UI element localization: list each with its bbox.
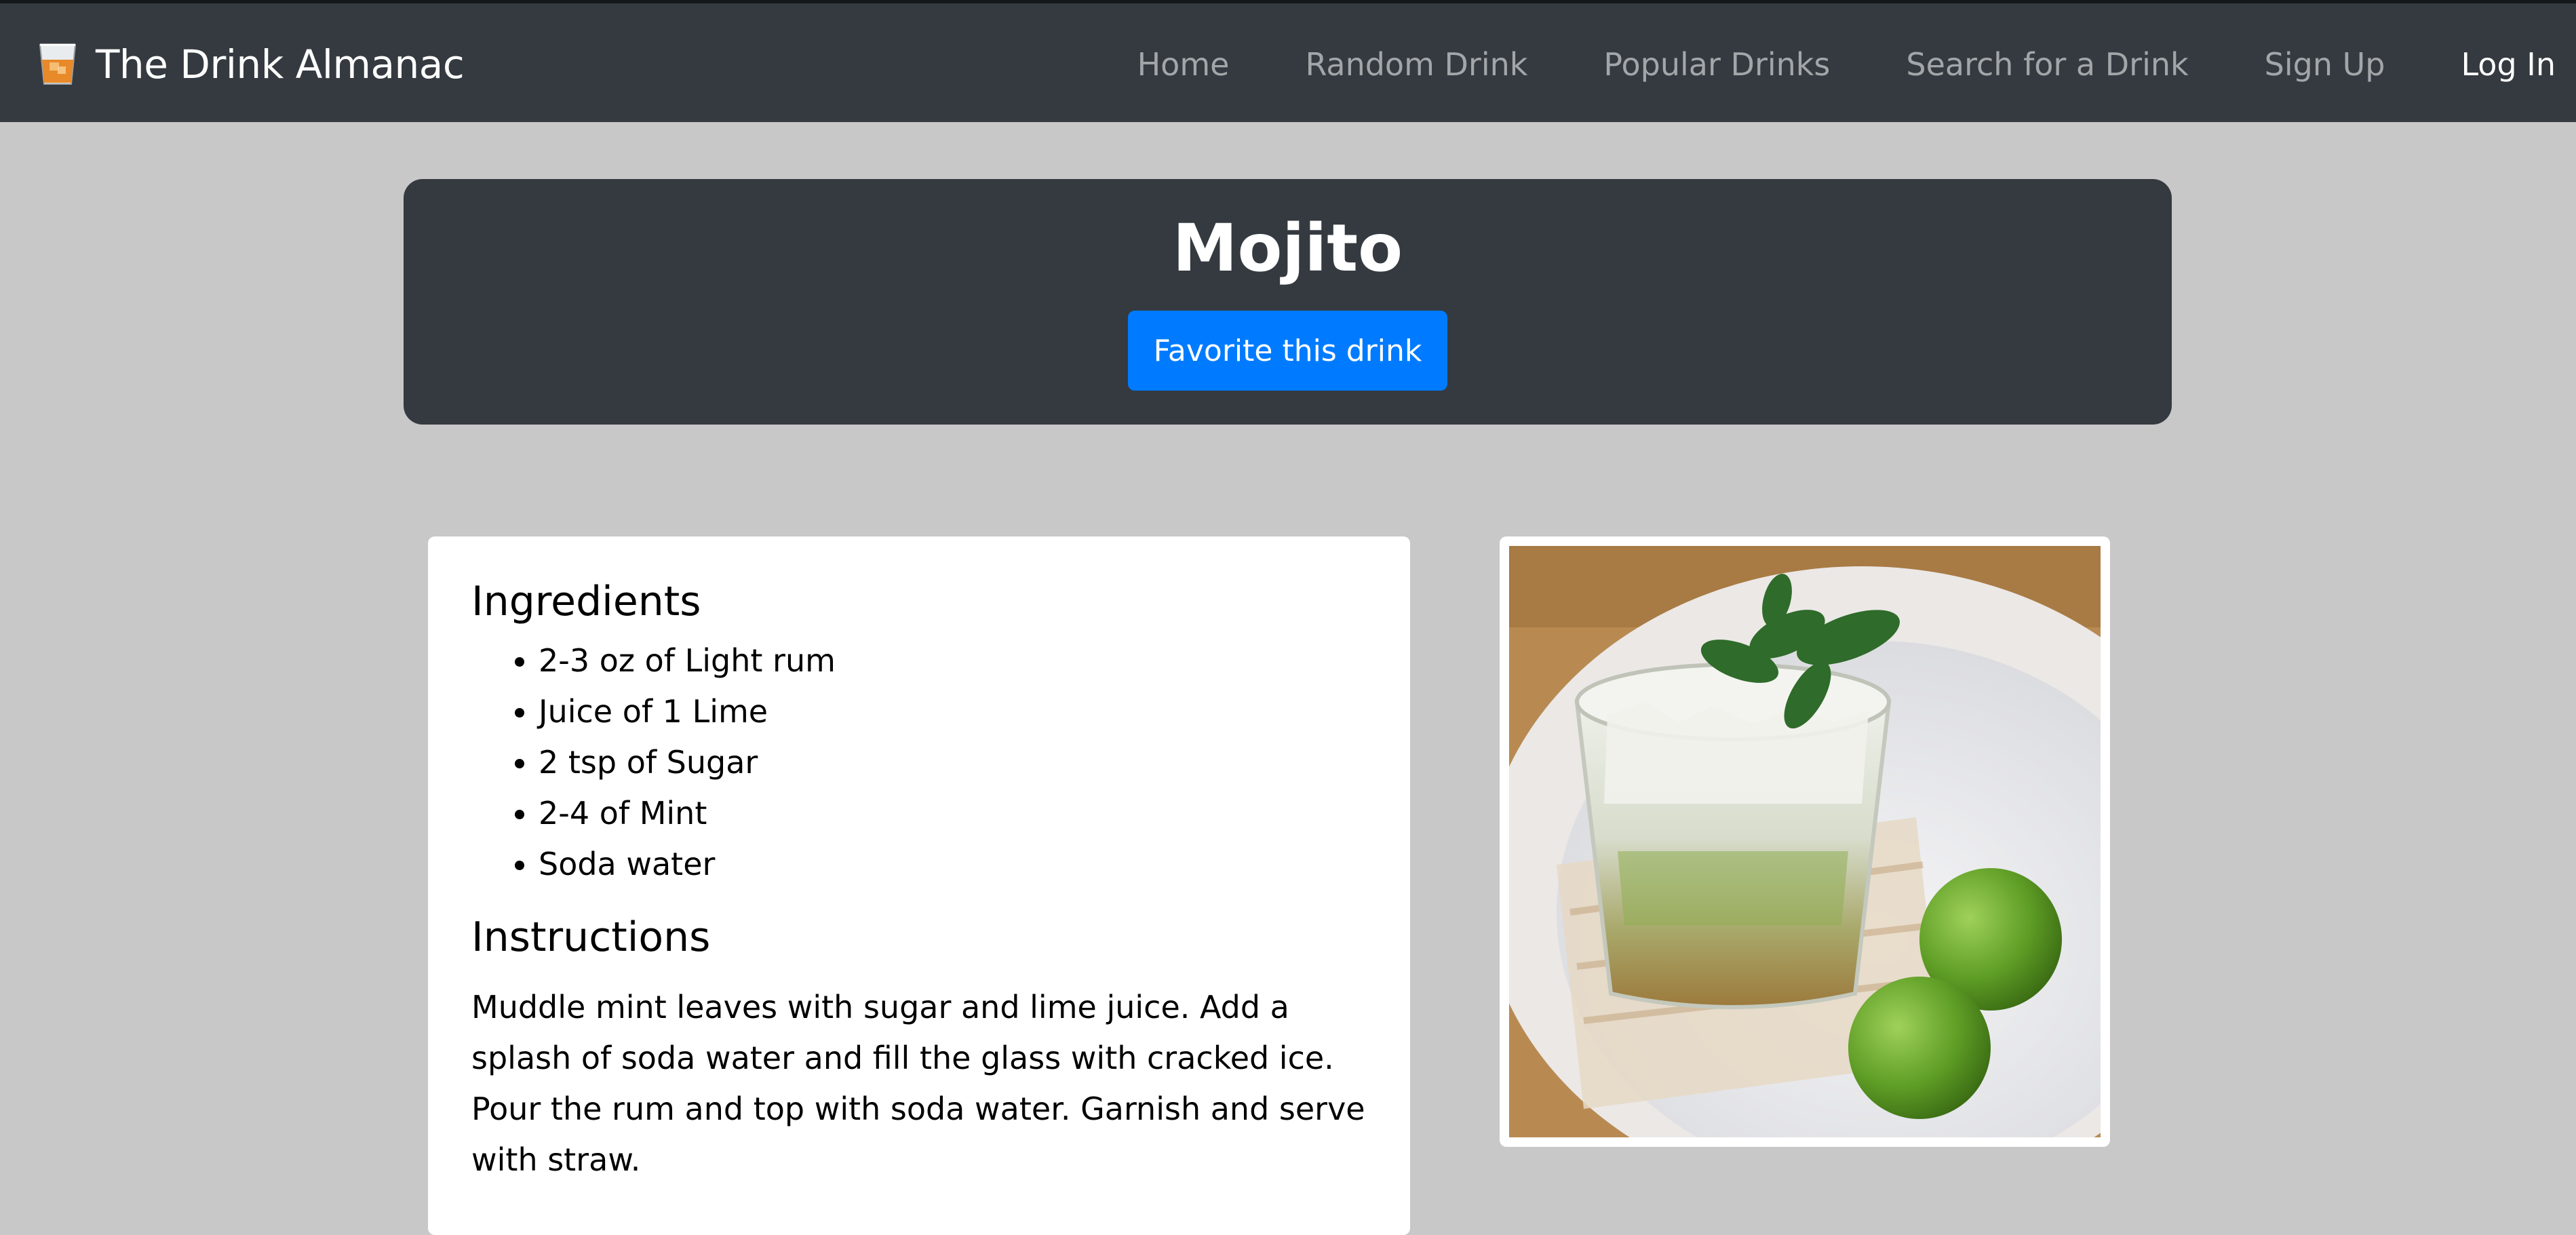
instructions-heading: Instructions [471,914,711,961]
nav-link-home[interactable]: Home [1137,46,1230,83]
nav-link-random-drink[interactable]: Random Drink [1305,46,1527,83]
nav-links: Home Random Drink Popular Drinks Search … [1061,37,2556,92]
drink-photo-frame [1500,536,2110,1147]
drink-photo [1509,546,2101,1137]
ingredient-item: 2-4 of Mint [539,788,1367,839]
nav-link-log-in[interactable]: Log In [2461,46,2556,83]
ingredient-item: 2 tsp of Sugar [539,737,1367,788]
instructions-text: Muddle mint leaves with sugar and lime j… [471,989,1365,1178]
top-navbar: The Drink Almanac Home Random Drink Popu… [0,0,2576,122]
drink-header: Mojito Favorite this drink [404,179,2172,425]
recipe-card: Ingredients 2-3 oz of Light rum Juice of… [428,536,1410,1235]
ingredient-item: Soda water [539,839,1367,890]
ingredients-list: 2-3 oz of Light rum Juice of 1 Lime 2 ts… [471,635,1367,890]
ingredients-heading: Ingredients [471,578,701,625]
ingredient-item: Juice of 1 Lime [539,686,1367,737]
nav-link-search[interactable]: Search for a Drink [1906,46,2188,83]
nav-link-popular-drinks[interactable]: Popular Drinks [1603,46,1830,83]
brand-title: The Drink Almanac [96,41,465,87]
brand-link[interactable]: The Drink Almanac [37,37,465,92]
ingredient-item: 2-3 oz of Light rum [539,635,1367,686]
favorite-button[interactable]: Favorite this drink [1128,311,1447,391]
drink-title: Mojito [1172,210,1403,286]
nav-link-sign-up[interactable]: Sign Up [2265,46,2385,83]
whiskey-glass-icon [39,43,77,85]
